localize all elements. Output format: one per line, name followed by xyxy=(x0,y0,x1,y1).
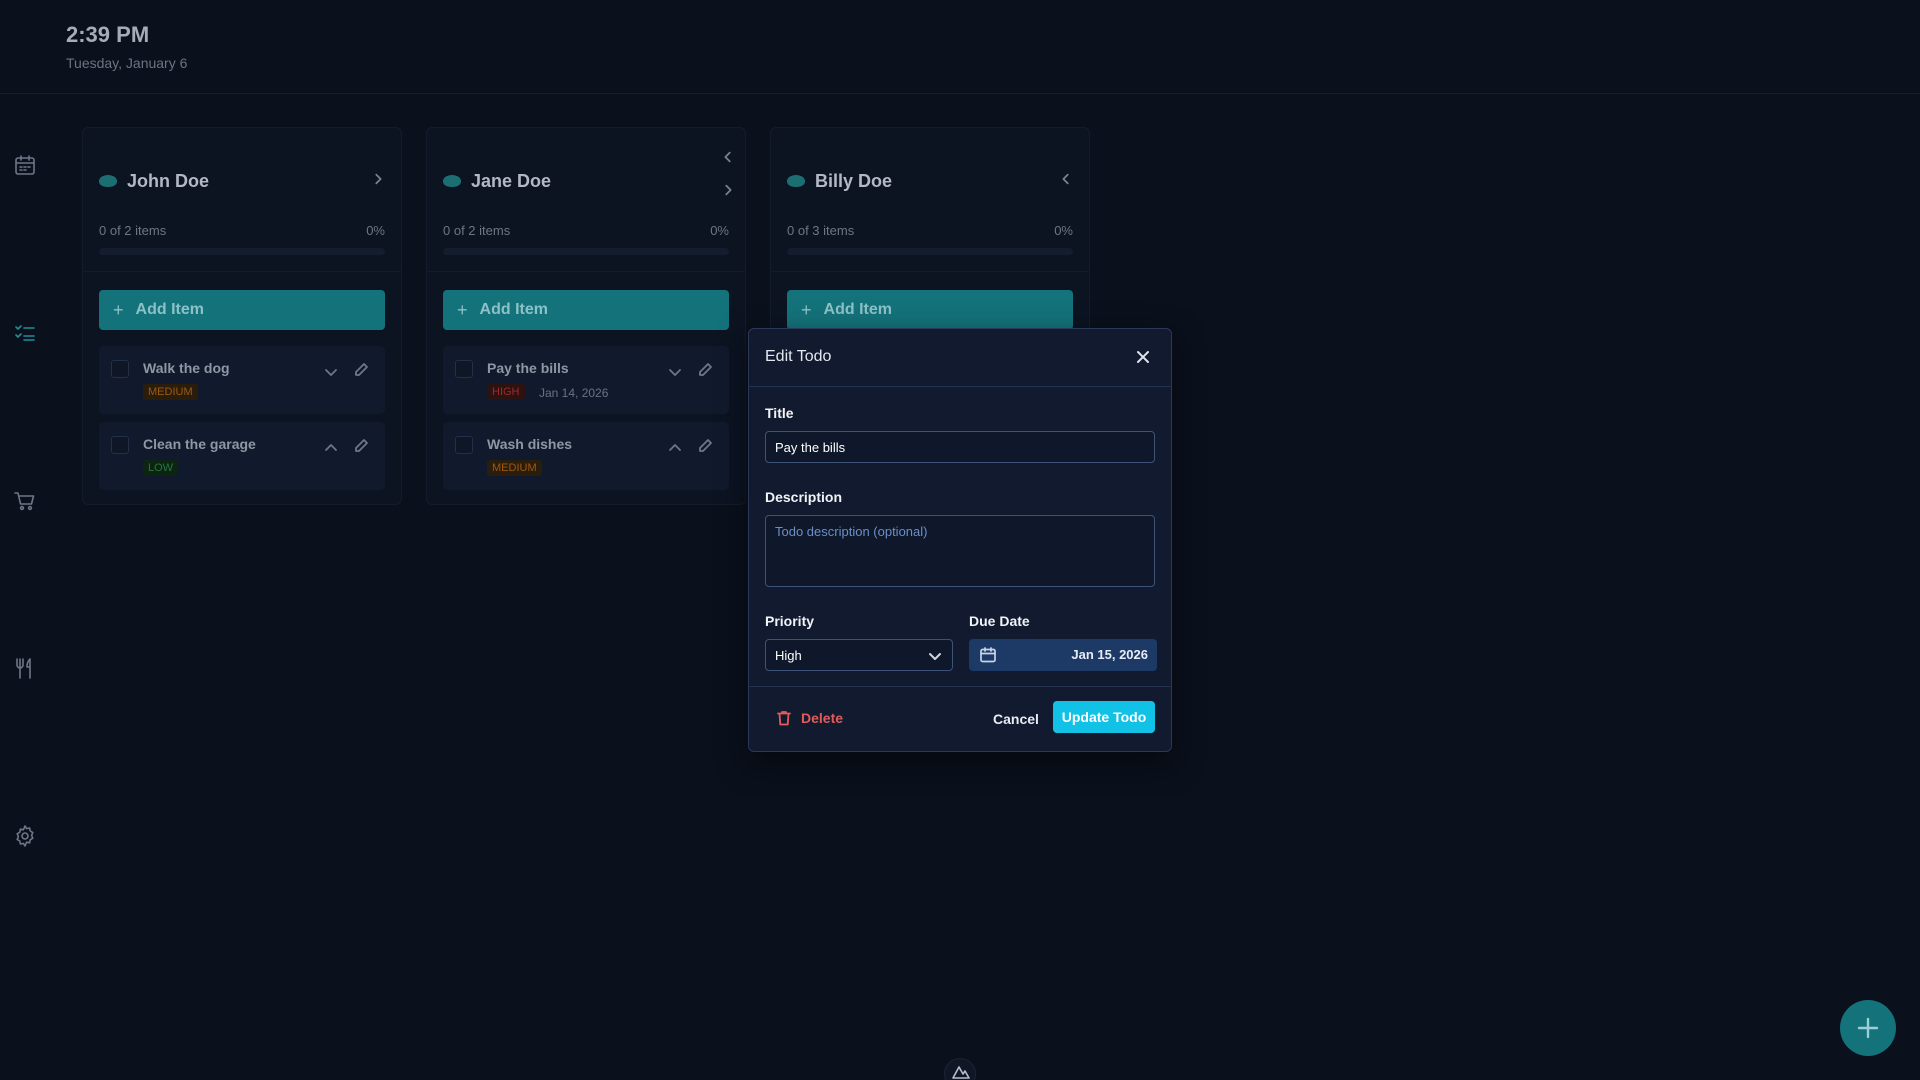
due-date-picker[interactable]: Jan 15, 2026 xyxy=(969,639,1157,671)
chevron-up-icon[interactable] xyxy=(323,440,339,461)
todo-item[interactable]: Pay the bills HIGH Jan 14, 2026 xyxy=(443,346,729,414)
title-input[interactable]: Pay the bills xyxy=(765,431,1155,463)
column-header: Billy Doe xyxy=(787,166,1073,196)
delete-label: Delete xyxy=(801,710,844,726)
todo-checkbox[interactable] xyxy=(455,436,473,454)
priority-badge: HIGH xyxy=(487,384,525,400)
dialog-title: Edit Todo xyxy=(765,348,832,365)
column-john-doe: John Doe 0 of 2 items 0% + Add Item Walk… xyxy=(82,127,402,505)
plus-icon: + xyxy=(113,299,124,320)
items-count: 0 of 2 items xyxy=(99,223,167,238)
add-fab-button[interactable] xyxy=(1840,1000,1896,1056)
column-name: Jane Doe xyxy=(471,170,552,191)
items-count: 0 of 3 items xyxy=(787,223,855,238)
chevron-left-icon[interactable] xyxy=(1059,172,1073,191)
add-item-button[interactable]: + Add Item xyxy=(443,290,729,330)
column-header: Jane Doe xyxy=(443,166,729,196)
top-header: 2:39 PM Tuesday, January 6 xyxy=(0,0,1920,94)
add-item-label: Add Item xyxy=(135,301,204,318)
clock-time: 2:39 PM xyxy=(66,22,150,47)
priority-value: High xyxy=(775,648,802,663)
add-item-button[interactable]: + Add Item xyxy=(99,290,385,330)
column-jane-doe: Jane Doe 0 of 2 items 0% + Add Item Pay … xyxy=(426,127,746,505)
dialog-header: Edit Todo xyxy=(749,329,1171,387)
column-name: John Doe xyxy=(127,170,210,191)
current-date: Tuesday, January 6 xyxy=(66,55,188,71)
items-count: 0 of 2 items xyxy=(443,223,511,238)
chevron-left-icon[interactable] xyxy=(721,150,735,169)
calendar-icon[interactable] xyxy=(12,152,38,178)
chevron-down-icon xyxy=(929,653,941,660)
checklist-icon[interactable] xyxy=(12,320,38,346)
priority-badge: MEDIUM xyxy=(143,384,198,400)
priority-select[interactable]: High xyxy=(765,639,953,671)
app-logo-icon[interactable] xyxy=(944,1058,976,1080)
todo-checkbox[interactable] xyxy=(111,360,129,378)
chevron-right-icon[interactable] xyxy=(721,183,735,202)
avatar xyxy=(99,175,117,187)
column-stats: 0 of 2 items 0% xyxy=(443,223,729,238)
edit-icon[interactable] xyxy=(697,438,713,459)
progress-bar xyxy=(99,248,385,255)
todo-item[interactable]: Wash dishes MEDIUM xyxy=(443,422,729,490)
due-date-label: Due Date xyxy=(969,613,1030,629)
description-textarea[interactable]: Todo description (optional) xyxy=(765,515,1155,587)
divider xyxy=(83,271,401,272)
edit-todo-dialog: Edit Todo Title Pay the bills Descriptio… xyxy=(748,328,1172,752)
progress-percent: 0% xyxy=(1054,223,1073,238)
due-date-value: Jan 15, 2026 xyxy=(1071,647,1148,662)
edit-icon[interactable] xyxy=(353,362,369,383)
column-nav xyxy=(721,150,735,202)
todo-item[interactable]: Clean the garage LOW xyxy=(99,422,385,490)
edit-icon[interactable] xyxy=(697,362,713,383)
update-todo-button[interactable]: Update Todo xyxy=(1053,701,1155,733)
progress-bar xyxy=(443,248,729,255)
chevron-down-icon[interactable] xyxy=(323,364,339,385)
column-stats: 0 of 2 items 0% xyxy=(99,223,385,238)
close-icon[interactable] xyxy=(1133,347,1153,367)
add-item-label: Add Item xyxy=(479,301,548,318)
progress-percent: 0% xyxy=(366,223,385,238)
chevron-up-icon[interactable] xyxy=(667,440,683,461)
divider xyxy=(427,271,745,272)
plus-icon xyxy=(1857,1017,1879,1039)
calendar-icon xyxy=(980,647,996,663)
plus-icon: + xyxy=(801,299,812,320)
priority-badge: MEDIUM xyxy=(487,460,542,476)
priority-badge: LOW xyxy=(143,460,179,476)
add-item-button[interactable]: + Add Item xyxy=(787,290,1073,330)
todo-item[interactable]: Walk the dog MEDIUM xyxy=(99,346,385,414)
add-item-label: Add Item xyxy=(823,301,892,318)
column-name: Billy Doe xyxy=(815,170,893,191)
trash-icon xyxy=(777,711,791,726)
utensils-icon[interactable] xyxy=(12,655,38,681)
todo-due-date: Jan 14, 2026 xyxy=(539,386,609,400)
description-label: Description xyxy=(765,489,843,505)
cart-icon[interactable] xyxy=(12,488,38,514)
progress-bar xyxy=(787,248,1073,255)
progress-percent: 0% xyxy=(710,223,729,238)
todo-checkbox[interactable] xyxy=(111,436,129,454)
cancel-button[interactable]: Cancel xyxy=(993,711,1039,727)
chevron-down-icon[interactable] xyxy=(667,364,683,385)
chevron-right-icon[interactable] xyxy=(371,172,385,191)
sidebar xyxy=(0,94,52,1080)
delete-button[interactable]: Delete xyxy=(775,709,843,727)
todo-title: Wash dishes xyxy=(487,436,573,452)
todo-title: Walk the dog xyxy=(143,360,230,376)
divider xyxy=(771,271,1089,272)
todo-title: Pay the bills xyxy=(487,360,569,376)
gear-icon[interactable] xyxy=(12,823,38,849)
title-label: Title xyxy=(765,405,794,421)
priority-label: Priority xyxy=(765,613,815,629)
divider xyxy=(749,686,1171,687)
column-header: John Doe xyxy=(99,166,385,196)
avatar xyxy=(787,175,805,187)
edit-icon[interactable] xyxy=(353,438,369,459)
avatar xyxy=(443,175,461,187)
todo-checkbox[interactable] xyxy=(455,360,473,378)
plus-icon: + xyxy=(457,299,468,320)
todo-title: Clean the garage xyxy=(143,436,256,452)
column-stats: 0 of 3 items 0% xyxy=(787,223,1073,238)
